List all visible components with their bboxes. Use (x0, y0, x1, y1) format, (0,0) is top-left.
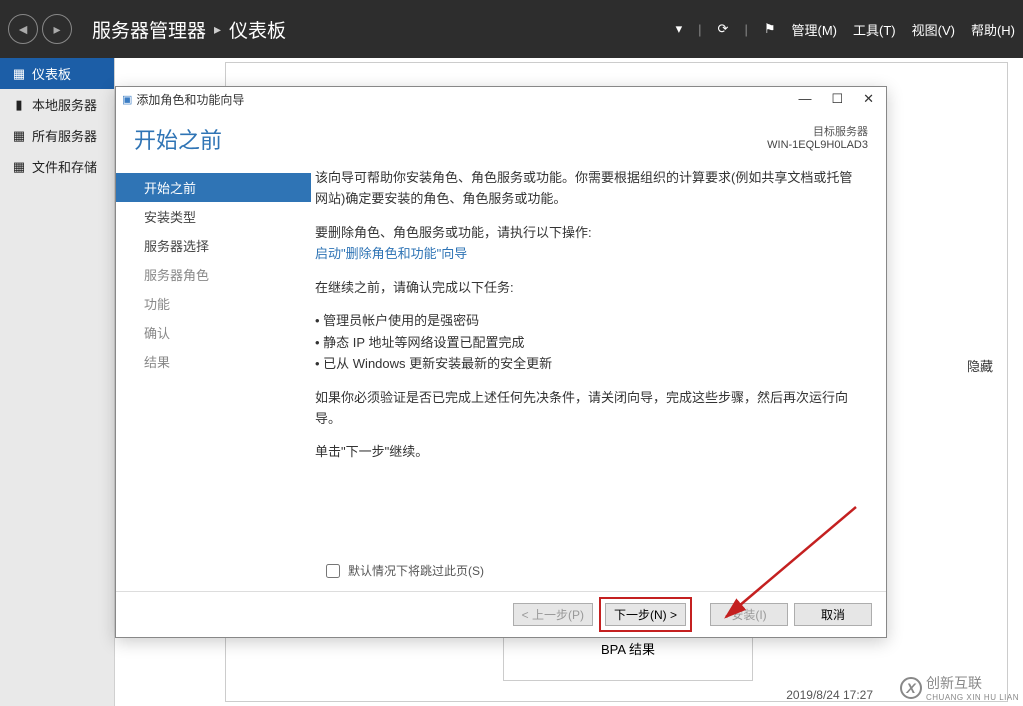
step-features: 功能 (116, 289, 311, 318)
forward-button[interactable]: ▸ (42, 14, 72, 44)
skip-checkbox[interactable] (326, 564, 340, 578)
step-install-type[interactable]: 安装类型 (116, 202, 311, 231)
dialog-header: 开始之前 目标服务器 WIN-1EQL9H0LAD3 (116, 111, 886, 163)
step-confirm: 确认 (116, 318, 311, 347)
minimize-button[interactable]: — (798, 91, 811, 107)
server-icon: ▮ (12, 97, 26, 113)
checklist-item: 管理员帐户使用的是强密码 (315, 310, 864, 331)
dialog-titlebar[interactable]: ▣ 添加角色和功能向导 — ☐ ✕ (116, 87, 886, 111)
step-server-select[interactable]: 服务器选择 (116, 231, 311, 260)
sidebar-item-label: 本地服务器 (32, 95, 97, 114)
checklist-item: 已从 Windows 更新安装最新的安全更新 (315, 353, 864, 374)
bpa-label: BPA 结果 (601, 642, 655, 657)
verify-text: 如果你必须验证是否已完成上述任何先决条件，请关闭向导，完成这些步骤，然后再次运行… (315, 387, 864, 430)
checklist: 管理员帐户使用的是强密码 静态 IP 地址等网络设置已配置完成 已从 Windo… (315, 310, 864, 374)
sidebar: ▦ 仪表板 ▮ 本地服务器 ▦ 所有服务器 ▦ 文件和存储 (0, 58, 115, 706)
before-continue-text: 在继续之前，请确认完成以下任务: (315, 277, 864, 298)
cancel-button[interactable]: 取消 (794, 603, 872, 626)
back-button[interactable]: ◄ (8, 14, 38, 44)
dialog-body: 开始之前 安装类型 服务器选择 服务器角色 功能 确认 结果 该向导可帮助你安装… (116, 163, 886, 561)
prev-button: < 上一步(P) (513, 603, 593, 626)
wizard-icon: ▣ (122, 93, 132, 106)
menu-tools[interactable]: 工具(T) (853, 20, 896, 39)
timestamp: 2019/8/24 17:27 (786, 688, 873, 702)
remove-label: 要删除角色、角色服务或功能，请执行以下操作: (315, 225, 592, 240)
remove-wizard-link[interactable]: 启动"删除角色和功能"向导 (315, 246, 467, 261)
sidebar-item-all[interactable]: ▦ 所有服务器 (0, 120, 114, 151)
divider: | (744, 22, 747, 37)
target-label: 目标服务器 (813, 126, 868, 138)
breadcrumb-page[interactable]: 仪表板 (229, 16, 286, 43)
watermark-text: 创新互联 (926, 675, 982, 691)
dialog-heading: 开始之前 (134, 123, 767, 155)
breadcrumb: 服务器管理器 ▸ 仪表板 (92, 16, 286, 43)
flag-icon[interactable]: ⚑ (764, 21, 776, 37)
install-button: 安装(I) (710, 603, 788, 626)
intro-text: 该向导可帮助你安装角色、角色服务或功能。你需要根据组织的计算要求(例如共享文档或… (315, 167, 864, 210)
sidebar-item-label: 所有服务器 (32, 126, 97, 145)
step-results: 结果 (116, 347, 311, 376)
bpa-box: BPA 结果 (503, 634, 753, 681)
titlebar: ◄ ▸ 服务器管理器 ▸ 仪表板 ▾ | ⟳ | ⚑ 管理(M) 工具(T) 视… (0, 0, 1023, 58)
sidebar-item-dashboard[interactable]: ▦ 仪表板 (0, 58, 114, 89)
watermark: X 创新互联 CHUANG XIN HU LIAN (900, 673, 1019, 702)
wizard-dialog: ▣ 添加角色和功能向导 — ☐ ✕ 开始之前 目标服务器 WIN-1EQL9H0… (115, 86, 887, 638)
skip-checkbox-row: 默认情况下将跳过此页(S) (326, 562, 484, 579)
click-next-text: 单击"下一步"继续。 (315, 441, 864, 462)
checklist-item: 静态 IP 地址等网络设置已配置完成 (315, 332, 864, 353)
refresh-icon[interactable]: ⟳ (718, 21, 729, 37)
skip-label: 默认情况下将跳过此页(S) (348, 562, 484, 579)
watermark-logo: X (900, 677, 922, 699)
target-server: WIN-1EQL9H0LAD3 (767, 139, 868, 151)
step-server-roles: 服务器角色 (116, 260, 311, 289)
sidebar-item-label: 仪表板 (32, 64, 71, 83)
chevron-right-icon: ▸ (214, 21, 221, 38)
dashboard-icon: ▦ (12, 66, 26, 82)
dialog-title: 添加角色和功能向导 (136, 91, 244, 108)
hide-link[interactable]: 隐藏 (967, 356, 993, 375)
watermark-pinyin: CHUANG XIN HU LIAN (926, 693, 1019, 702)
breadcrumb-root[interactable]: 服务器管理器 (92, 16, 206, 43)
sidebar-item-local[interactable]: ▮ 本地服务器 (0, 89, 114, 120)
menu-manage[interactable]: 管理(M) (792, 20, 838, 39)
next-button[interactable]: 下一步(N) > (605, 603, 686, 626)
storage-icon: ▦ (12, 159, 26, 175)
dropdown-chevron-icon[interactable]: ▾ (676, 21, 683, 37)
step-before[interactable]: 开始之前 (116, 173, 311, 202)
dialog-content: 该向导可帮助你安装角色、角色服务或功能。你需要根据组织的计算要求(例如共享文档或… (311, 163, 886, 561)
sidebar-item-label: 文件和存储 (32, 157, 97, 176)
dialog-footer: < 上一步(P) 下一步(N) > 安装(I) 取消 (116, 591, 886, 637)
maximize-button[interactable]: ☐ (831, 91, 843, 107)
next-highlight: 下一步(N) > (599, 597, 692, 632)
nav-arrows: ◄ ▸ (8, 14, 72, 44)
wizard-steps: 开始之前 安装类型 服务器选择 服务器角色 功能 确认 结果 (116, 163, 311, 561)
servers-icon: ▦ (12, 128, 26, 144)
close-button[interactable]: ✕ (863, 91, 874, 107)
divider: | (698, 22, 701, 37)
target-info: 目标服务器 WIN-1EQL9H0LAD3 (767, 123, 868, 155)
window-controls: — ☐ ✕ (798, 91, 880, 107)
menu-help[interactable]: 帮助(H) (971, 20, 1015, 39)
menu-view[interactable]: 视图(V) (912, 20, 955, 39)
sidebar-item-storage[interactable]: ▦ 文件和存储 (0, 151, 114, 182)
top-menu: ▾ | ⟳ | ⚑ 管理(M) 工具(T) 视图(V) 帮助(H) (676, 20, 1015, 39)
